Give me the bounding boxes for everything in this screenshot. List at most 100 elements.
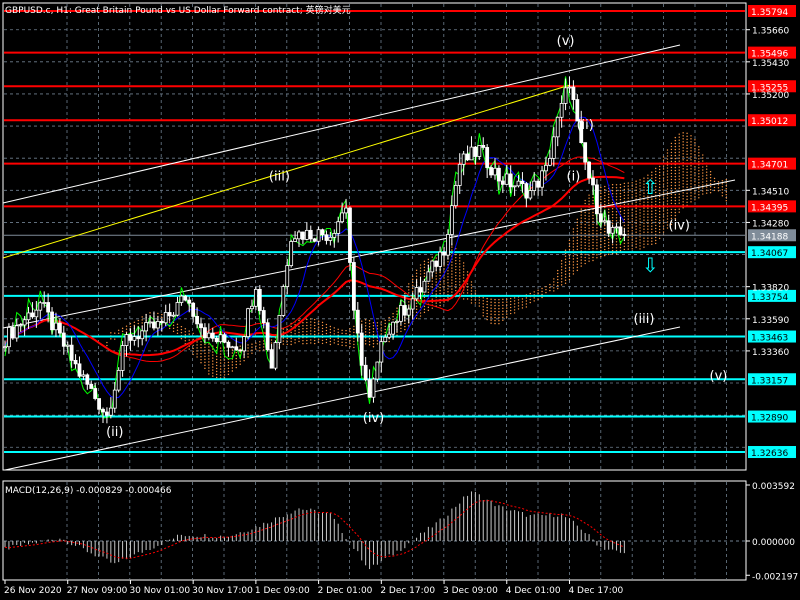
cloud-dot <box>325 338 328 341</box>
cloud-dot <box>635 186 637 188</box>
cloud-dot <box>568 260 571 263</box>
cloud-dot <box>200 344 202 346</box>
cloud-dot <box>345 341 347 344</box>
cloud-dot <box>631 188 633 190</box>
cloud-dot <box>690 159 692 161</box>
cloud-dot <box>325 329 328 332</box>
candle-body <box>120 345 125 371</box>
cloud-dot <box>411 275 414 278</box>
cloud-dot <box>482 309 484 311</box>
cloud-dot <box>443 292 445 294</box>
cloud-dot <box>219 359 222 361</box>
cloud-dot <box>580 238 582 240</box>
channel-middle-line[interactable] <box>2 179 736 329</box>
wave-label: (iii) <box>269 170 290 185</box>
cloud-dot <box>364 319 367 321</box>
candle-body <box>10 326 15 339</box>
candle-body <box>93 388 98 399</box>
cloud-dot <box>662 210 665 212</box>
cloud-dot <box>658 177 661 180</box>
cloud-dot <box>627 233 629 235</box>
cloud-dot <box>459 269 461 271</box>
cloud-dot <box>302 331 304 333</box>
cloud-dot <box>670 214 673 217</box>
candle-body <box>595 184 599 215</box>
time-axis[interactable]: 26 Nov 2020 27 Nov 09:00 30 Nov 01:00 30 No… <box>4 580 624 596</box>
wave-label: (iv) <box>363 411 384 426</box>
cloud-dot <box>596 257 598 259</box>
cloud-dot <box>447 297 449 299</box>
candle-body <box>434 260 439 267</box>
price-tick-label: 1.34510 <box>752 187 789 197</box>
cloud-dot <box>694 184 696 186</box>
cloud-dot <box>486 318 488 321</box>
cloud-dot <box>694 169 696 171</box>
cloud-dot <box>447 261 449 263</box>
price-axis[interactable]: 1.35660 1.35430 1.35200 1.34510 1.34280 1.338… <box>746 27 789 358</box>
cloud-dot <box>200 350 202 352</box>
candle-body <box>500 180 505 185</box>
cloud-dot <box>212 375 214 377</box>
cloud-dot <box>298 337 300 340</box>
trading-chart[interactable]: 1.357941.354961.352551.350121.347011.343… <box>0 0 800 600</box>
cloud-dot <box>611 223 614 225</box>
cloud-dot <box>592 238 594 241</box>
candle-body <box>22 319 27 326</box>
macd-panel: 0.003592 0.000000 -0.002197 <box>4 482 798 582</box>
candle-body <box>222 334 227 343</box>
cloud-dot <box>368 338 371 340</box>
cloud-dot <box>470 302 473 304</box>
cloud-dot <box>251 352 253 354</box>
cloud-dot <box>584 220 586 223</box>
cloud-dot <box>506 301 508 303</box>
candle-body <box>191 302 196 317</box>
cloud-dot <box>502 307 504 310</box>
cloud-dot <box>200 359 202 361</box>
cloud-dot <box>231 367 234 369</box>
cloud-dot <box>431 307 433 309</box>
cloud-dot <box>415 269 418 272</box>
cloud-dot <box>298 328 300 331</box>
candle-body <box>477 145 482 157</box>
candle-body <box>42 302 47 304</box>
cloud-dot <box>690 192 692 194</box>
cloud-dot <box>666 158 669 160</box>
cloud-dot <box>188 333 190 335</box>
cloud-dot <box>600 195 602 198</box>
cloud-dot <box>694 151 696 153</box>
cloud-dot <box>568 269 571 272</box>
cloud-dot <box>705 192 708 194</box>
cloud-dot <box>623 188 626 191</box>
cloud-dot <box>502 310 504 313</box>
cloud-dot <box>392 319 394 321</box>
time-tick-label: 30 Nov 17:00 <box>192 586 253 596</box>
candle-body <box>587 161 591 179</box>
cloud-dot <box>576 218 579 221</box>
cloud-dot <box>455 256 457 259</box>
cloud-dot <box>557 281 559 284</box>
cloud-dot <box>290 337 292 340</box>
cloud-dot <box>317 323 320 325</box>
cloud-dot <box>184 328 187 330</box>
candle-body <box>269 349 274 369</box>
cloud-dot <box>298 340 300 343</box>
cloud-dot <box>180 328 183 331</box>
cloud-dot <box>678 208 680 210</box>
cloud-dot <box>651 240 653 242</box>
cloud-dot <box>576 224 579 227</box>
cloud-dot <box>623 185 626 188</box>
candle-body <box>355 309 360 334</box>
cloud-dot <box>451 291 453 293</box>
cloud-dot <box>588 221 590 223</box>
candle-body <box>301 231 305 240</box>
cloud-dot <box>478 299 481 301</box>
cloud-dot <box>686 156 688 159</box>
cloud-dot <box>270 342 273 344</box>
cloud-dot <box>631 194 633 196</box>
cloud-dot <box>698 188 700 190</box>
cloud-dot <box>592 217 594 220</box>
cloud-dot <box>576 254 579 257</box>
cloud-dot <box>690 141 692 143</box>
cloud-dot <box>631 236 633 238</box>
cloud-dot <box>568 266 571 269</box>
